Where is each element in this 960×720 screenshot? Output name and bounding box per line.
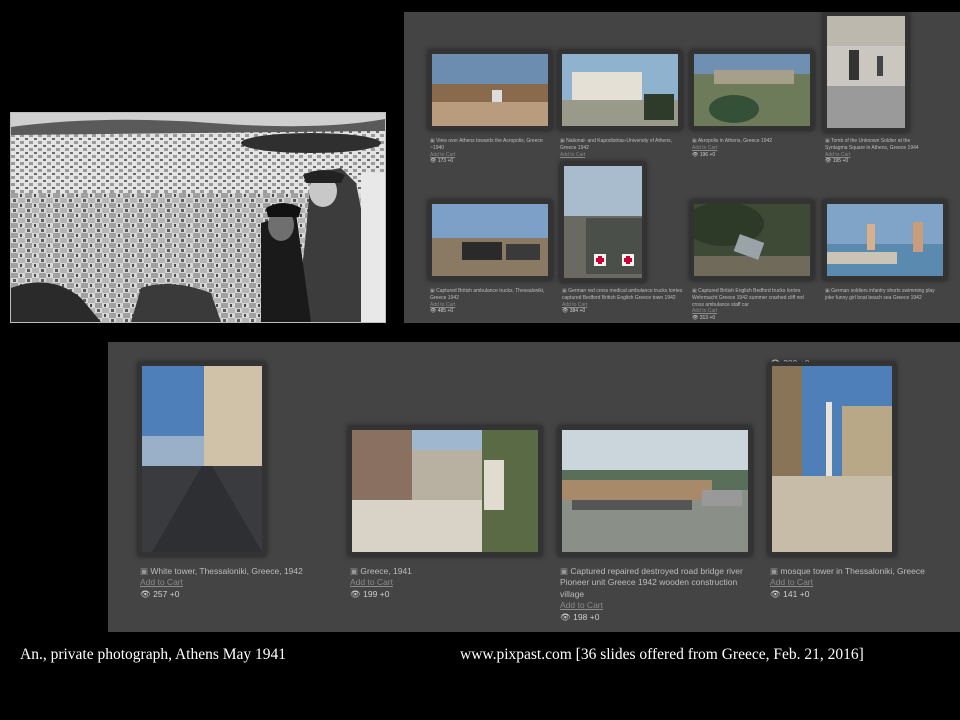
eye-icon: 👁: [562, 308, 569, 315]
add-to-cart-link[interactable]: Add to Cart: [140, 577, 330, 588]
stats: 👁 173 +0: [430, 158, 454, 165]
stats: 👁 196 +0: [692, 151, 716, 158]
eye-icon: 👁: [350, 588, 361, 599]
caption-title: German soldiers infantry shorts swimming…: [825, 288, 935, 301]
eye-icon: 👁: [770, 588, 781, 599]
add-to-cart-link[interactable]: Add to Cart: [560, 152, 676, 159]
add-to-cart-link[interactable]: Add to Cart: [692, 145, 808, 152]
thumbnail-acropolis-view[interactable]: [428, 50, 552, 130]
eye-icon: 👁: [430, 308, 437, 315]
caption-title: National- and Kapodistrias-University of…: [560, 138, 672, 151]
caption-title: White tower, Thessaloniki, Greece, 1942: [140, 566, 303, 576]
caption-item-6: German red cross medical ambulance truck…: [562, 288, 684, 315]
caption-title: mosque tower in Thessaloniki, Greece: [770, 566, 925, 576]
stats: 👁 257 +0: [140, 588, 180, 599]
caption-greece-1941: Greece, 1941 Add to Cart 👁 199 +0: [350, 566, 540, 600]
caption-item-3: Akropolis in Athens, Greece 1942 Add to …: [692, 138, 808, 158]
thumbnail-british-ambulance[interactable]: [428, 200, 552, 280]
gallery-panel-bottom: 👁 200 +0 White tower, Thessaloniki, Gree…: [108, 342, 960, 632]
thumbnail-university[interactable]: [558, 50, 682, 130]
caption-bridge: Captured repaired destroyed road bridge …: [560, 566, 750, 623]
caption-item-8: German soldiers infantry shorts swimming…: [825, 288, 941, 302]
caption-mosque-tower: mosque tower in Thessaloniki, Greece Add…: [770, 566, 960, 600]
caption-item-4: Tomb of the Unknown Soldier at the Synta…: [825, 138, 925, 165]
thumbnail-crashed-trucks[interactable]: [690, 200, 814, 280]
add-to-cart-link[interactable]: Add to Cart: [560, 600, 750, 611]
caption-right: www.pixpast.com [36 slides offered from …: [460, 646, 864, 663]
stats: 👁 313 +0: [692, 315, 716, 321]
add-to-cart-link[interactable]: Add to Cart: [770, 577, 960, 588]
stats: 👁 199 +0: [350, 588, 390, 599]
add-to-cart-link[interactable]: Add to Cart: [562, 302, 684, 309]
add-to-cart-link[interactable]: Add to Cart: [825, 152, 925, 159]
thumbnail-akropolis[interactable]: [690, 50, 814, 130]
stats: 👁 485 +0: [430, 308, 454, 315]
add-to-cart-link[interactable]: Add to Cart: [430, 152, 546, 159]
caption-title: Captured British ambulance trucks, Thess…: [430, 288, 544, 301]
thumbnail-greece-1941[interactable]: [348, 426, 542, 556]
caption-title: View over Athens towards the Acropolis, …: [430, 138, 543, 151]
caption-item-1: View over Athens towards the Acropolis, …: [430, 138, 546, 165]
caption-left: An., private photograph, Athens May 1941: [20, 646, 287, 663]
caption-title: Captured repaired destroyed road bridge …: [560, 566, 743, 599]
thumbnail-red-cross-trucks[interactable]: [560, 162, 646, 282]
stats: 👁 195 +0: [825, 158, 849, 165]
caption-item-7: Captured British English Bedford trucks …: [692, 288, 808, 322]
stats: 👁 141 +0: [770, 588, 810, 599]
historic-photo-athens: [10, 112, 386, 323]
add-to-cart-link[interactable]: Add to Cart: [350, 577, 540, 588]
caption-title: German red cross medical ambulance truck…: [562, 288, 682, 301]
add-to-cart-link[interactable]: Add to Cart: [430, 302, 546, 309]
thumbnail-unknown-soldier[interactable]: [823, 12, 909, 132]
caption-title: Tomb of the Unknown Soldier at the Synta…: [825, 138, 919, 151]
caption-item-2: National- and Kapodistrias-University of…: [560, 138, 676, 158]
gallery-panel-top: View over Athens towards the Acropolis, …: [404, 12, 960, 323]
add-to-cart-link[interactable]: Add to Cart: [692, 308, 808, 315]
caption-title: Captured British English Bedford trucks …: [692, 288, 804, 308]
caption-title: Akropolis in Athens, Greece 1942: [692, 138, 772, 144]
eye-icon: 👁: [692, 315, 699, 321]
caption-item-5: Captured British ambulance trucks, Thess…: [430, 288, 546, 315]
eye-icon: 👁: [692, 151, 699, 158]
eye-icon: 👁: [430, 158, 437, 165]
eye-icon: 👁: [140, 588, 151, 599]
eye-icon: 👁: [560, 611, 571, 622]
stats: 👁 384 +0: [562, 308, 586, 315]
caption-title: Greece, 1941: [350, 566, 412, 576]
thumbnail-white-tower[interactable]: [138, 362, 266, 556]
thumbnail-bridge[interactable]: [558, 426, 752, 556]
caption-white-tower: White tower, Thessaloniki, Greece, 1942 …: [140, 566, 330, 600]
thumbnail-soldiers-swimming[interactable]: [823, 200, 947, 280]
stats: 👁 198 +0: [560, 611, 600, 622]
eye-icon: 👁: [825, 158, 832, 165]
thumbnail-mosque-tower[interactable]: [768, 362, 896, 556]
